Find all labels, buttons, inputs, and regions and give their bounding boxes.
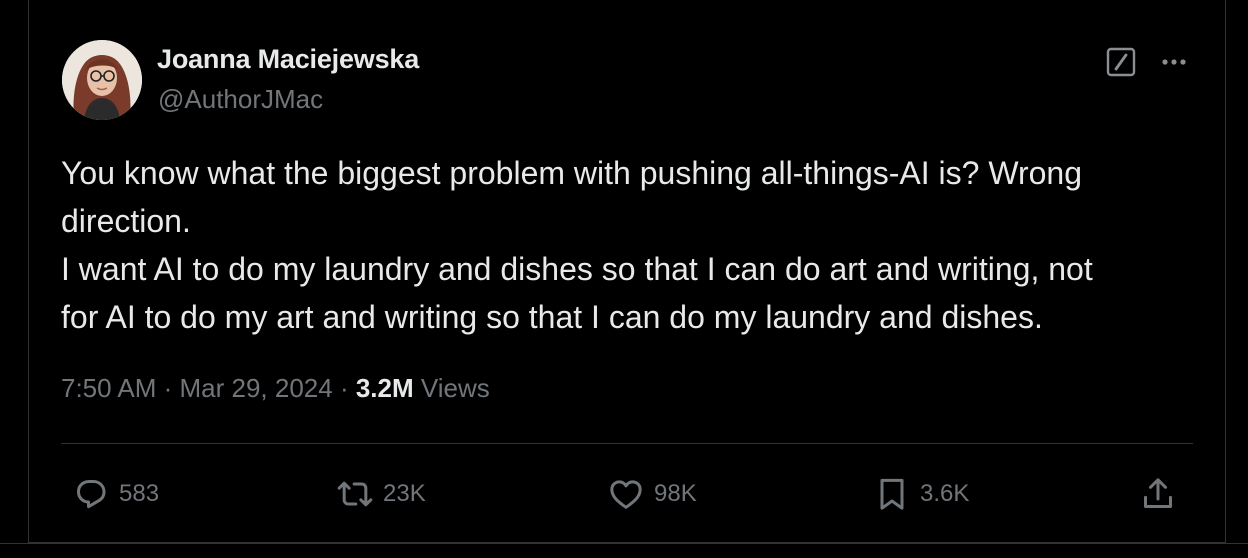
tweet-date[interactable]: Mar 29, 2024 [180,373,333,403]
meta-separator: · [332,373,356,403]
tweet-line: You know what the biggest problem with p… [61,155,1083,191]
views-count: 3.2M [355,373,414,403]
repost-arrows-icon [337,481,373,507]
more-options-icon[interactable] [1156,46,1192,78]
share-upload-icon [1144,478,1172,508]
tweet-line: direction. [61,203,191,239]
reply-button[interactable]: 583 [71,470,159,518]
speech-bubble-icon [77,480,106,509]
bookmark-button[interactable]: 3.6K [872,470,969,518]
meta-separator: · [156,373,180,403]
tweet-time[interactable]: 7:50 AM [61,373,156,403]
tweet-line: for AI to do my art and writing so that … [61,299,1043,335]
tweet-line: I want AI to do my laundry and dishes so… [61,251,1093,287]
heart-icon [610,480,642,509]
tweet-header: Joanna Maciejewska @AuthorJMac [62,40,1192,122]
bottom-divider [0,543,1248,544]
author-name[interactable]: Joanna Maciejewska [157,44,419,75]
reply-count: 583 [119,480,160,507]
like-count: 98K [654,480,697,507]
tweet-text: You know what the biggest problem with p… [61,149,1201,341]
author-handle[interactable]: @AuthorJMac [158,84,323,115]
bookmark-count: 3.6K [920,480,970,507]
avatar[interactable] [62,40,142,120]
tweet-meta: 7:50 AM · Mar 29, 2024 · 3.2M Views [61,373,490,404]
like-button[interactable]: 98K [606,470,697,518]
views-label: Views [420,373,490,403]
repost-count: 23K [383,480,426,507]
repost-button[interactable]: 23K [335,470,426,518]
actions-divider [61,443,1193,444]
action-bar: 583 23K 98K 3.6K [61,470,1193,518]
grok-slash-icon[interactable] [1105,46,1137,78]
share-button[interactable] [1138,470,1178,518]
bookmark-icon [880,478,904,510]
